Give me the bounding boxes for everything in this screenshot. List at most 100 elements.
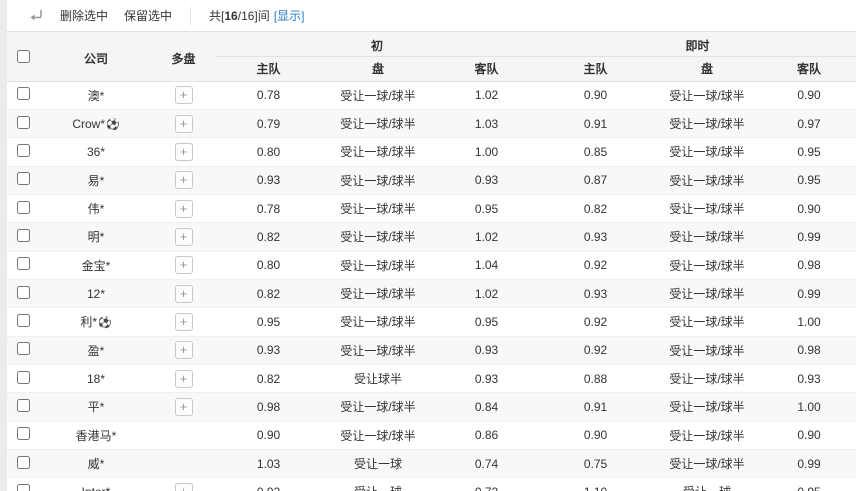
keep-selected-button[interactable]: 保留选中 <box>116 3 180 28</box>
row-checkbox-cell <box>7 138 40 166</box>
initial-handicap-cell: 受让一球/球半 <box>322 251 434 279</box>
row-checkbox[interactable] <box>17 257 30 270</box>
show-link[interactable]: [显示] <box>274 7 305 24</box>
table-row: 明*+0.82受让一球/球半1.020.93受让一球/球半0.99 <box>7 223 856 251</box>
count-rest: /16]间 <box>238 9 270 23</box>
multi-odds-cell: + <box>152 81 215 109</box>
row-checkbox[interactable] <box>17 427 30 440</box>
select-all-cell <box>7 32 40 81</box>
group-header-live: 即时 <box>539 32 856 56</box>
live-handicap-cell: 受让一球/球半 <box>652 81 762 109</box>
expand-multi-odds-button[interactable]: + <box>175 200 193 218</box>
row-checkbox[interactable] <box>17 484 30 491</box>
expand-multi-odds-button[interactable]: + <box>175 143 193 161</box>
company-name: 12* <box>87 287 105 301</box>
table-row: 易*+0.93受让一球/球半0.930.87受让一球/球半0.95 <box>7 166 856 194</box>
table-row: 伟*+0.78受让一球/球半0.950.82受让一球/球半0.90 <box>7 194 856 222</box>
row-checkbox[interactable] <box>17 116 30 129</box>
expand-multi-odds-button[interactable]: + <box>175 285 193 303</box>
select-all-checkbox[interactable] <box>17 50 30 63</box>
initial-home-odds-cell: 0.93 <box>215 336 322 364</box>
expand-multi-odds-button[interactable]: + <box>175 256 193 274</box>
initial-away-odds-cell: 0.86 <box>434 421 539 449</box>
live-handicap-cell: 受让一球/球半 <box>652 138 762 166</box>
initial-away-odds-cell: 1.00 <box>434 138 539 166</box>
group-header-initial: 初 <box>215 32 539 56</box>
initial-handicap-cell: 受让一球/球半 <box>322 279 434 307</box>
row-checkbox[interactable] <box>17 286 30 299</box>
live-handicap-cell: 受让一球/球半 <box>652 166 762 194</box>
row-checkbox[interactable] <box>17 87 30 100</box>
live-handicap-cell: 受让一球/球半 <box>652 251 762 279</box>
company-cell: 易* <box>40 166 152 194</box>
initial-home-odds-cell: 1.03 <box>215 449 322 477</box>
row-checkbox[interactable] <box>17 229 30 242</box>
delete-selected-button[interactable]: 删除选中 <box>52 3 116 28</box>
expand-multi-odds-button[interactable]: + <box>175 86 193 104</box>
expand-multi-odds-button[interactable]: + <box>175 398 193 416</box>
initial-home-odds-cell: 0.93 <box>215 166 322 194</box>
table-row: Crow*⚽+0.79受让一球/球半1.030.91受让一球/球半0.97 <box>7 109 856 137</box>
initial-handicap-cell: 受让一球/球半 <box>322 109 434 137</box>
table-row: 香港马*0.90受让一球/球半0.860.90受让一球/球半0.90 <box>7 421 856 449</box>
row-checkbox[interactable] <box>17 201 30 214</box>
multi-odds-cell: + <box>152 223 215 251</box>
company-name: Inter* <box>82 485 111 491</box>
expand-multi-odds-button[interactable]: + <box>175 313 193 331</box>
live-home-odds-cell: 0.93 <box>539 223 652 251</box>
odds-table-body: 澳*+0.78受让一球/球半1.020.90受让一球/球半0.90Crow*⚽+… <box>7 81 856 491</box>
live-away-odds-cell: 1.00 <box>762 308 856 336</box>
initial-home-odds-cell: 0.98 <box>215 393 322 421</box>
initial-away-odds-cell: 0.95 <box>434 308 539 336</box>
multi-odds-cell: + <box>152 336 215 364</box>
row-checkbox[interactable] <box>17 371 30 384</box>
expand-multi-odds-button[interactable]: + <box>175 171 193 189</box>
initial-home-odds-cell: 0.92 <box>215 478 322 491</box>
row-checkbox[interactable] <box>17 342 30 355</box>
multi-odds-cell <box>152 421 215 449</box>
expand-multi-odds-button[interactable]: + <box>175 483 193 491</box>
row-checkbox[interactable] <box>17 456 30 469</box>
live-away-odds-cell: 0.90 <box>762 194 856 222</box>
table-row: 威*1.03受让一球0.740.75受让一球/球半0.99 <box>7 449 856 477</box>
expand-multi-odds-button[interactable]: + <box>175 115 193 133</box>
company-cell: Inter* <box>40 478 152 491</box>
live-home-odds-cell: 1.10 <box>539 478 652 491</box>
row-checkbox[interactable] <box>17 144 30 157</box>
initial-away-odds-cell: 1.02 <box>434 81 539 109</box>
initial-away-odds-cell: 0.72 <box>434 478 539 491</box>
main-content: 删除选中 保留选中 共[16/16]间 [显示] 公司 多盘 初 <box>7 0 856 491</box>
expand-multi-odds-button[interactable]: + <box>175 341 193 359</box>
table-row: 澳*+0.78受让一球/球半1.020.90受让一球/球半0.90 <box>7 81 856 109</box>
initial-away-odds-cell: 1.02 <box>434 279 539 307</box>
row-checkbox-cell <box>7 223 40 251</box>
company-cell: 36* <box>40 138 152 166</box>
initial-handicap-cell: 受让一球/球半 <box>322 81 434 109</box>
live-away-odds-cell: 0.98 <box>762 336 856 364</box>
table-row: 18*+0.82受让球半0.930.88受让一球/球半0.93 <box>7 364 856 392</box>
company-name: 易* <box>88 174 105 188</box>
column-header-initial-away: 客队 <box>434 56 539 81</box>
company-cell: 威* <box>40 449 152 477</box>
row-checkbox[interactable] <box>17 314 30 327</box>
toolbar: 删除选中 保留选中 共[16/16]间 [显示] <box>7 0 856 32</box>
column-header-multi: 多盘 <box>152 32 215 81</box>
row-checkbox-cell <box>7 478 40 491</box>
table-row: Inter*+0.92受让一球0.721.10受让一球0.95 <box>7 478 856 491</box>
live-home-odds-cell: 0.87 <box>539 166 652 194</box>
multi-odds-cell: + <box>152 194 215 222</box>
initial-away-odds-cell: 0.93 <box>434 336 539 364</box>
live-away-odds-cell: 0.90 <box>762 421 856 449</box>
live-handicap-cell: 受让一球/球半 <box>652 279 762 307</box>
live-home-odds-cell: 0.92 <box>539 308 652 336</box>
table-row: 36*+0.80受让一球/球半1.000.85受让一球/球半0.95 <box>7 138 856 166</box>
expand-multi-odds-button[interactable]: + <box>175 370 193 388</box>
initial-home-odds-cell: 0.78 <box>215 81 322 109</box>
table-row: 平*+0.98受让一球/球半0.840.91受让一球/球半1.00 <box>7 393 856 421</box>
column-header-company: 公司 <box>40 32 152 81</box>
row-checkbox[interactable] <box>17 399 30 412</box>
company-name: 香港马* <box>76 429 117 443</box>
expand-multi-odds-button[interactable]: + <box>175 228 193 246</box>
row-checkbox[interactable] <box>17 172 30 185</box>
live-home-odds-cell: 0.90 <box>539 81 652 109</box>
